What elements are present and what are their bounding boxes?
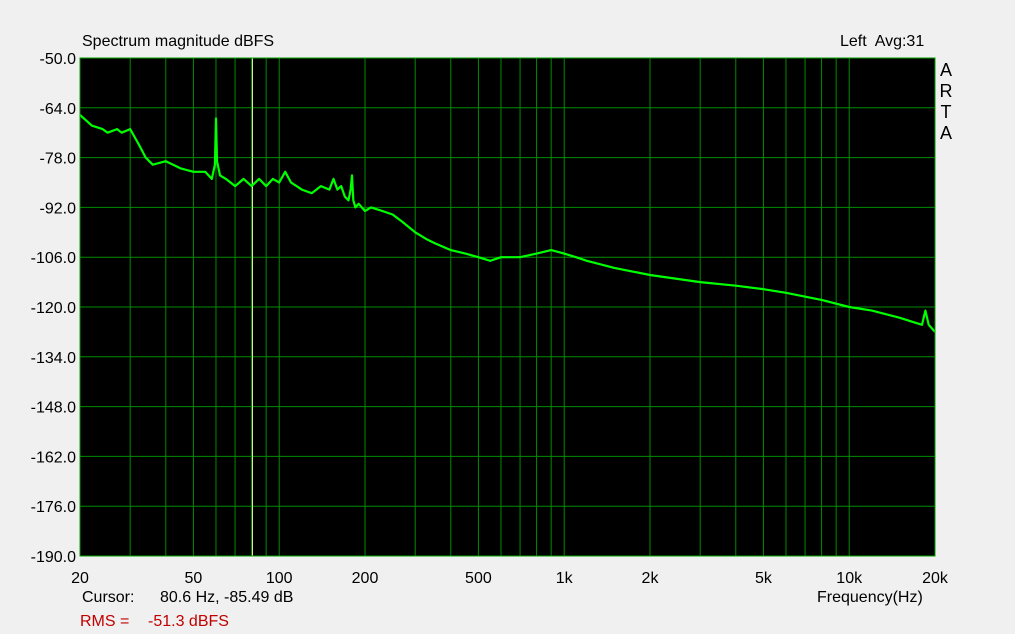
x-tick-label: 2k (642, 570, 660, 587)
x-tick-label: 100 (266, 570, 293, 587)
y-tick-label: -50.0 (40, 51, 77, 68)
x-tick-label: 20 (71, 570, 89, 587)
y-tick-label: -134.0 (31, 350, 76, 367)
y-tick-label: -176.0 (31, 499, 76, 516)
x-axis-label: Frequency(Hz) (817, 589, 923, 606)
x-tick-label: 500 (465, 570, 492, 587)
y-tick-label: -64.0 (40, 101, 77, 118)
x-tick-label: 20k (922, 570, 949, 587)
x-tick-label: 10k (836, 570, 863, 587)
x-tick-label: 1k (556, 570, 574, 587)
y-tick-label: -92.0 (40, 200, 77, 217)
cursor-label: Cursor: (82, 589, 135, 606)
x-tick-label: 5k (755, 570, 773, 587)
rms-value: -51.3 dBFS (148, 613, 229, 630)
spectrum-chart[interactable]: -50.0 -64.0 -78.0 -92.0 -106.0 -120.0 -134.0 -1… (0, 0, 1015, 634)
x-tick-label: 200 (352, 570, 379, 587)
y-tick-label: -78.0 (40, 151, 77, 168)
y-tick-label: -162.0 (31, 449, 76, 466)
y-tick-label: -120.0 (31, 300, 76, 317)
rms-label: RMS = (80, 613, 130, 630)
cursor-readout: 80.6 Hz, -85.49 dB (160, 589, 294, 606)
y-tick-label: -106.0 (31, 250, 76, 267)
y-tick-label: -148.0 (31, 400, 76, 417)
y-tick-label: -190.0 (31, 549, 76, 566)
x-tick-label: 50 (185, 570, 203, 587)
